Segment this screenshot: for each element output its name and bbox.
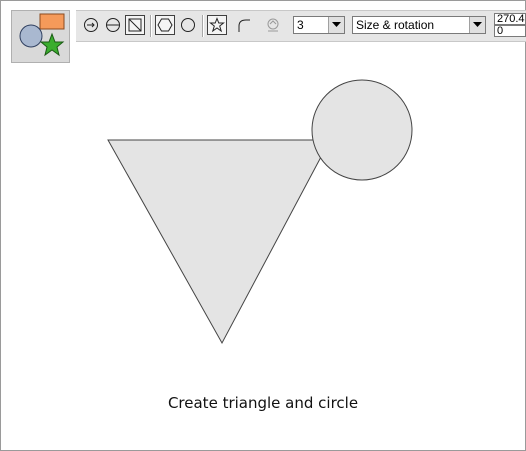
triangle-shape[interactable] bbox=[107, 139, 331, 345]
circle-shape[interactable] bbox=[311, 79, 413, 181]
caption-text: Create triangle and circle bbox=[167, 394, 359, 412]
drawing-canvas bbox=[107, 79, 413, 345]
